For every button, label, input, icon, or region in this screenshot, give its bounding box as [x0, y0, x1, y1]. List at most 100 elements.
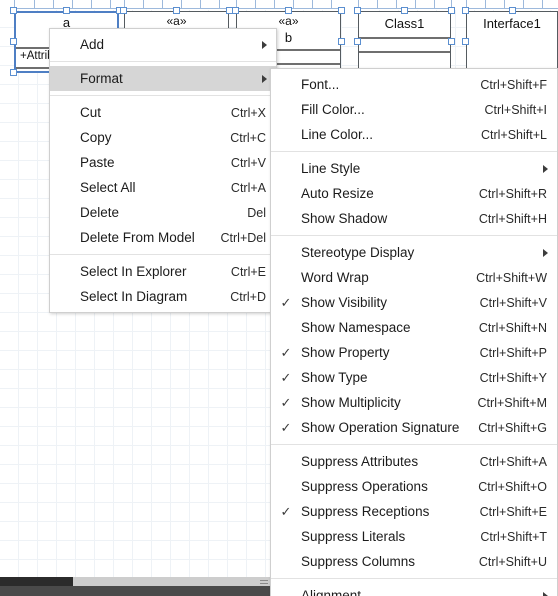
menu-item-shortcut: Ctrl+Shift+P: [479, 345, 547, 360]
format-item-line-style[interactable]: Line Style: [271, 156, 557, 181]
resize-handle-n[interactable]: [173, 7, 180, 14]
context-menu[interactable]: Add Format Cut Ctrl+X Copy Ctrl+C Paste Ctrl+V S…: [49, 28, 277, 313]
format-item-suppress-receptions[interactable]: ✓ Suppress Receptions Ctrl+Shift+E: [271, 499, 557, 524]
format-item-auto-resize[interactable]: Auto Resize Ctrl+Shift+R: [271, 181, 557, 206]
menu-item-label: Show Shadow: [301, 211, 388, 226]
menu-item-copy[interactable]: Copy Ctrl+C: [50, 125, 276, 150]
submenu-arrow-icon: [262, 40, 267, 49]
menu-item-select-in-explorer[interactable]: Select In Explorer Ctrl+E: [50, 259, 276, 284]
format-item-word-wrap[interactable]: Word Wrap Ctrl+Shift+W: [271, 265, 557, 290]
menu-item-paste[interactable]: Paste Ctrl+V: [50, 150, 276, 175]
format-item-show-property[interactable]: ✓ Show Property Ctrl+Shift+P: [271, 340, 557, 365]
menu-item-select-all[interactable]: Select All Ctrl+A: [50, 175, 276, 200]
class-node-interface1[interactable]: Interface1: [466, 11, 558, 73]
format-item-suppress-attributes[interactable]: Suppress Attributes Ctrl+Shift+A: [271, 449, 557, 474]
submenu-arrow-icon: [262, 74, 267, 83]
format-item-show-type[interactable]: ✓ Show Type Ctrl+Shift+Y: [271, 365, 557, 390]
resize-handle-sw[interactable]: [10, 69, 17, 76]
menu-separator: [50, 95, 276, 96]
check-icon: ✓: [280, 295, 292, 310]
resize-handle-n[interactable]: [285, 7, 292, 14]
format-item-suppress-literals[interactable]: Suppress Literals Ctrl+Shift+T: [271, 524, 557, 549]
menu-item-shortcut: Ctrl+Shift+E: [479, 504, 547, 519]
resize-handle-w[interactable]: [10, 38, 17, 45]
submenu-arrow-icon: [543, 591, 548, 596]
resize-handle-w[interactable]: [354, 38, 361, 45]
menu-item-shortcut: Ctrl+Shift+F: [480, 77, 547, 92]
menu-item-label: Font...: [301, 77, 340, 92]
menu-item-label: Delete: [80, 205, 120, 220]
menu-item-label: Delete From Model: [80, 230, 195, 245]
menu-separator: [271, 578, 557, 579]
menu-item-label: Show Namespace: [301, 320, 411, 335]
format-submenu[interactable]: Font... Ctrl+Shift+F Fill Color... Ctrl+Shi…: [270, 68, 558, 596]
menu-separator: [271, 151, 557, 152]
menu-item-label: Select In Explorer: [80, 264, 187, 279]
check-icon: ✓: [280, 345, 292, 360]
format-item-line-color[interactable]: Line Color... Ctrl+Shift+L: [271, 122, 557, 147]
format-item-fill-color[interactable]: Fill Color... Ctrl+Shift+I: [271, 97, 557, 122]
horizontal-scroll-thumb[interactable]: [0, 577, 73, 586]
format-item-alignment[interactable]: Alignment: [271, 583, 557, 596]
class-node-class1[interactable]: Class1: [358, 11, 451, 73]
menu-item-shortcut: Ctrl+Shift+W: [476, 270, 547, 285]
format-item-font[interactable]: Font... Ctrl+Shift+F: [271, 72, 557, 97]
menu-item-label: Suppress Operations: [301, 479, 428, 494]
format-item-show-visibility[interactable]: ✓ Show Visibility Ctrl+Shift+V: [271, 290, 557, 315]
horizontal-scrollbar[interactable]: [0, 577, 270, 586]
menu-item-delete[interactable]: Delete Del: [50, 200, 276, 225]
class-node-divider-2: [359, 51, 450, 53]
check-icon: ✓: [280, 504, 292, 519]
menu-item-label: Paste: [80, 155, 115, 170]
format-item-show-multiplicity[interactable]: ✓ Show Multiplicity Ctrl+Shift+M: [271, 390, 557, 415]
resize-handle-nw[interactable]: [462, 7, 469, 14]
resize-handle-w[interactable]: [462, 38, 469, 45]
menu-item-shortcut: Ctrl+Shift+T: [480, 529, 547, 544]
menu-item-cut[interactable]: Cut Ctrl+X: [50, 100, 276, 125]
menu-item-shortcut: Del: [247, 205, 266, 220]
menu-item-shortcut: Ctrl+Shift+A: [479, 454, 547, 469]
scrollbar-grip-line-2: [260, 583, 268, 584]
menu-item-label: Line Color...: [301, 127, 374, 142]
format-item-show-namespace[interactable]: Show Namespace Ctrl+Shift+N: [271, 315, 557, 340]
format-item-show-operation-signature[interactable]: ✓ Show Operation Signature Ctrl+Shift+G: [271, 415, 557, 440]
resize-handle-e[interactable]: [338, 38, 345, 45]
menu-item-label: Copy: [80, 130, 112, 145]
format-item-suppress-operations[interactable]: Suppress Operations Ctrl+Shift+O: [271, 474, 557, 499]
menu-item-shortcut: Ctrl+C: [230, 130, 266, 145]
menu-item-label: Select All: [80, 180, 136, 195]
resize-handle-nw[interactable]: [232, 7, 239, 14]
menu-item-delete-from-model[interactable]: Delete From Model Ctrl+Del: [50, 225, 276, 250]
menu-item-shortcut: Ctrl+E: [230, 264, 266, 279]
menu-item-label: Show Visibility: [301, 295, 388, 310]
format-item-suppress-columns[interactable]: Suppress Columns Ctrl+Shift+U: [271, 549, 557, 574]
status-bar: [0, 586, 270, 596]
resize-handle-nw[interactable]: [120, 7, 127, 14]
menu-item-label: Format: [80, 71, 123, 86]
menu-item-shortcut: Ctrl+Shift+L: [480, 127, 547, 142]
resize-handle-ne[interactable]: [448, 7, 455, 14]
menu-item-shortcut: Ctrl+Shift+O: [478, 479, 547, 494]
menu-item-shortcut: Ctrl+D: [230, 289, 266, 304]
menu-item-shortcut: Ctrl+A: [230, 180, 266, 195]
resize-handle-n[interactable]: [509, 7, 516, 14]
resize-handle-nw[interactable]: [354, 7, 361, 14]
resize-handle-ne[interactable]: [338, 7, 345, 14]
format-item-stereotype-display[interactable]: Stereotype Display: [271, 240, 557, 265]
scrollbar-grip-line-1: [260, 580, 268, 581]
resize-handle-n[interactable]: [63, 7, 70, 14]
resize-handle-e[interactable]: [448, 38, 455, 45]
menu-item-shortcut: Ctrl+V: [230, 155, 266, 170]
check-icon: ✓: [280, 395, 292, 410]
resize-handle-nw[interactable]: [10, 7, 17, 14]
resize-handle-n[interactable]: [401, 7, 408, 14]
format-item-show-shadow[interactable]: Show Shadow Ctrl+Shift+H: [271, 206, 557, 231]
menu-item-add[interactable]: Add: [50, 32, 276, 57]
check-icon: ✓: [280, 420, 292, 435]
menu-item-label: Stereotype Display: [301, 245, 415, 260]
class-node-stereotype: «a»: [166, 14, 187, 28]
menu-item-shortcut: Ctrl+Shift+N: [478, 320, 547, 335]
menu-item-select-in-diagram[interactable]: Select In Diagram Ctrl+D: [50, 284, 276, 309]
menu-item-format[interactable]: Format: [50, 66, 276, 91]
menu-item-label: Suppress Receptions: [301, 504, 430, 519]
